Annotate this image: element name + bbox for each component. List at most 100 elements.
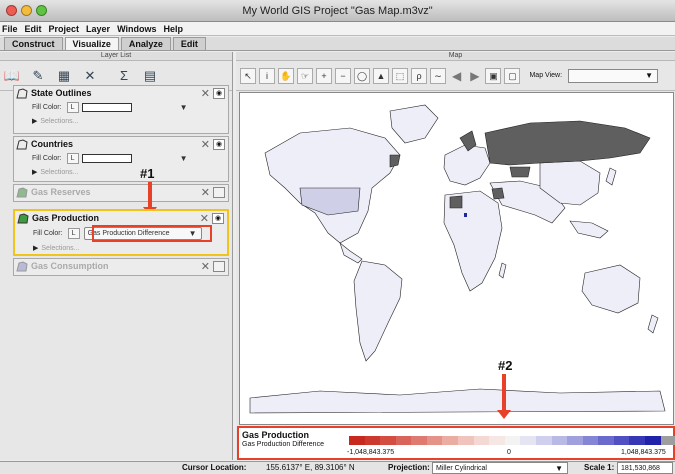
southeast-asia-shape [569, 220, 609, 239]
measure-tool-icon[interactable]: ▲ [373, 67, 389, 84]
remove-layer-icon[interactable]: ✕ [200, 212, 209, 225]
fill-color-swatch[interactable] [81, 103, 132, 112]
selections-toggle[interactable]: ▶ Selections... [14, 166, 228, 178]
visibility-eye-icon[interactable]: ◉ [213, 139, 225, 150]
annotation-arrow-1 [148, 182, 152, 209]
projection-label: Projection: [388, 463, 430, 472]
chevron-down-icon[interactable]: ▼ [180, 154, 188, 163]
menu-help[interactable]: Help [163, 24, 183, 34]
fit-selection-icon[interactable]: ▢ [504, 67, 521, 84]
projection-caption: Projection: [388, 463, 430, 472]
middle-east-shape [491, 187, 505, 200]
status-bar: Cursor Location: 155.6137° E, 89.3106° N… [0, 461, 675, 474]
madagascar-shape [498, 262, 507, 279]
filled-layer-icon [16, 186, 28, 197]
menu-project[interactable]: Project [49, 24, 80, 34]
new-zealand-shape [647, 314, 659, 334]
annotation-arrowhead-2 [497, 410, 511, 419]
map-view-dropdown[interactable]: ▼ [568, 68, 659, 83]
fit-view-icon[interactable]: ▣ [485, 67, 502, 84]
select-rectangle-icon[interactable]: ⬚ [392, 67, 408, 84]
remove-layer-icon[interactable]: ✕ [201, 138, 210, 151]
legend-mid-label: 0 [507, 449, 511, 456]
remove-layer-icon[interactable]: ✕ [201, 87, 210, 100]
layer-gas-consumption[interactable]: Gas Consumption ✕ [13, 258, 229, 276]
pointer-tool-icon[interactable]: ↖ [240, 67, 256, 84]
fill-options-button[interactable]: L [67, 228, 80, 239]
chevron-down-icon: ▼ [645, 70, 654, 80]
layer-countries[interactable]: Countries ✕ ◉ Fill Color: L ▼ ▶ Selectio… [13, 136, 229, 182]
usa-shape [299, 187, 361, 216]
layer-gas-production[interactable]: Gas Production ✕ ◉ Fill Color: L Gas Pro… [13, 209, 229, 256]
annotation-arrow-2 [502, 374, 506, 412]
russia-shape [484, 120, 651, 166]
world-map[interactable] [240, 93, 673, 424]
selections-toggle[interactable]: ▶ Selections... [15, 242, 227, 254]
cursor-location-caption: Cursor Location: [182, 463, 247, 472]
netherlands-marker [464, 213, 467, 217]
annotation-1-label: #1 [140, 166, 155, 181]
visibility-eye-icon[interactable] [213, 261, 225, 272]
map-toolbar: ↖ i ✋ ☞ + − ◯ ▲ ⬚ ρ ∼ ◀ ▶ ▣ ▢ Map View: … [236, 61, 675, 91]
ramp-swatch [426, 436, 443, 445]
map-header: Map [236, 52, 675, 61]
fill-options-button[interactable]: L [66, 153, 79, 164]
zoom-extent-icon[interactable]: ◯ [354, 67, 370, 84]
chevron-down-icon[interactable]: ▼ [180, 103, 188, 112]
fill-color-label: Fill Color: [32, 155, 62, 162]
legend-title: Gas Production [242, 430, 310, 440]
projection-dropdown[interactable]: Miller Cylindrical ▼ [432, 462, 568, 474]
menu-windows[interactable]: Windows [117, 24, 156, 34]
chart-icon[interactable]: ▤ [142, 68, 158, 83]
central-america-shape [339, 242, 363, 264]
tab-edit[interactable]: Edit [172, 37, 206, 50]
layer-list-header: Layer List [0, 52, 232, 61]
south-america-shape [353, 260, 403, 362]
scale-field[interactable]: 181,530,868 [617, 462, 673, 474]
remove-layer-icon[interactable]: ✕ [201, 260, 210, 273]
visibility-eye-icon[interactable] [213, 187, 225, 198]
grab-hand-tool-icon[interactable]: ☞ [297, 67, 313, 84]
legend-min-label: -1,048,843.375 [347, 449, 395, 456]
color-ramp [349, 436, 675, 445]
visibility-eye-icon[interactable]: ◉ [213, 88, 225, 99]
lasso-tool-icon[interactable]: ρ [411, 67, 427, 84]
table-icon[interactable]: ▦ [56, 68, 72, 83]
menu-file[interactable]: File [2, 24, 18, 34]
outline-layer-icon [16, 87, 28, 98]
layer-gas-reserves[interactable]: Gas Reserves ✕ [13, 184, 229, 202]
forward-arrow-icon[interactable]: ▶ [470, 69, 479, 83]
book-icon[interactable]: 📖 [4, 68, 20, 83]
selections-toggle[interactable]: ▶ Selections... [14, 115, 228, 127]
zoom-out-icon[interactable]: − [335, 67, 351, 84]
japan-shape [605, 167, 617, 186]
pan-hand-tool-icon[interactable]: ✋ [278, 67, 294, 84]
sum-icon[interactable]: Σ [116, 68, 132, 83]
visibility-eye-icon[interactable]: ◉ [212, 213, 224, 224]
disclosure-arrow-icon: ▶ [32, 118, 38, 125]
layer-name: Gas Production [32, 213, 100, 223]
app-window: My World GIS Project "Gas Map.m3vz" File… [0, 0, 675, 474]
legend-max-label: 1,048,843.375 [621, 449, 666, 456]
selections-label: Selections... [41, 244, 80, 252]
line-tool-icon[interactable]: ∼ [430, 67, 446, 84]
delete-icon[interactable]: ✕ [82, 68, 98, 83]
ramp-swatch [395, 436, 412, 445]
menu-edit[interactable]: Edit [25, 24, 42, 34]
menu-layer[interactable]: Layer [86, 24, 110, 34]
edit-layer-icon[interactable]: ✎ [30, 68, 46, 83]
tab-visualize[interactable]: Visualize [64, 37, 119, 50]
remove-layer-icon[interactable]: ✕ [201, 186, 210, 199]
window-title: My World GIS Project "Gas Map.m3vz" [242, 5, 433, 17]
tab-analyze[interactable]: Analyze [120, 37, 171, 50]
info-pointer-tool-icon[interactable]: i [259, 67, 275, 84]
map-canvas[interactable] [239, 92, 674, 425]
layer-state-outlines[interactable]: State Outlines ✕ ◉ Fill Color: L ▼ ▶ Sel… [13, 85, 229, 134]
back-arrow-icon[interactable]: ◀ [452, 69, 461, 83]
fill-color-swatch[interactable] [81, 154, 132, 163]
tab-construct[interactable]: Construct [4, 37, 63, 50]
canada-region-shape [389, 154, 401, 168]
fill-options-button[interactable]: L [66, 102, 79, 113]
title-bar: My World GIS Project "Gas Map.m3vz" [0, 0, 675, 22]
zoom-in-icon[interactable]: + [316, 67, 332, 84]
